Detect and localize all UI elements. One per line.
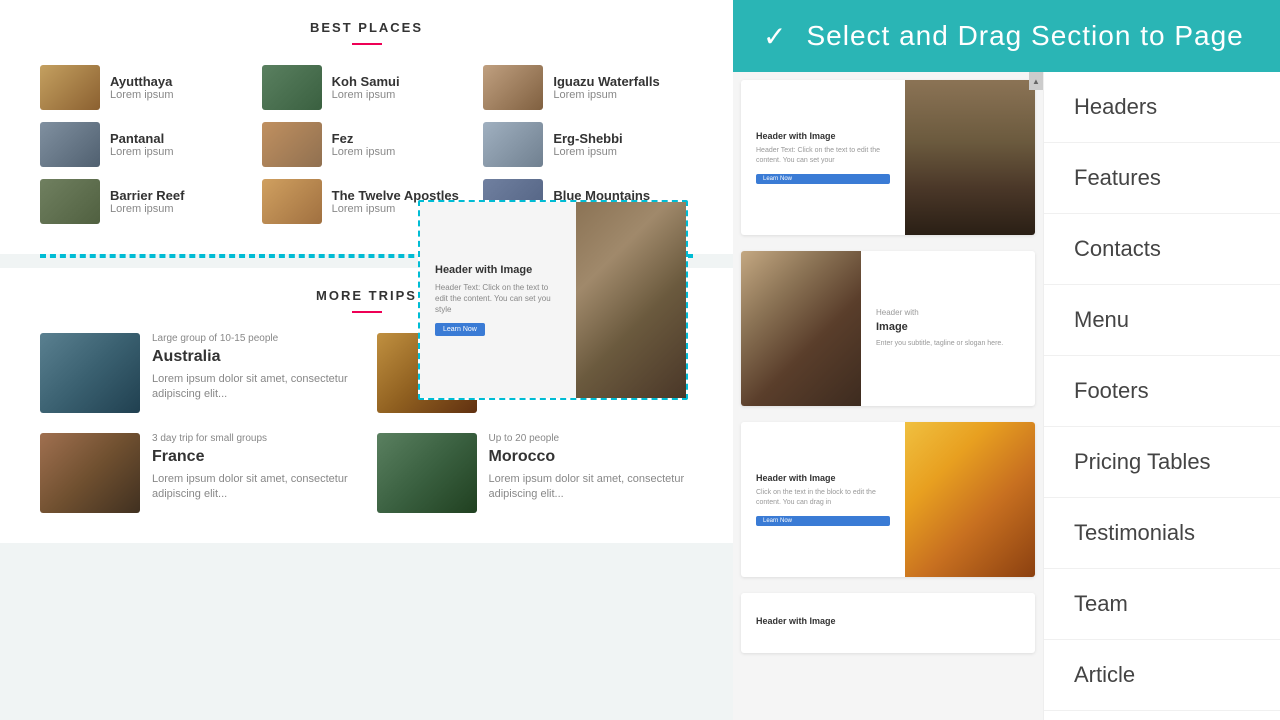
list-item: 3 day trip for small groups France Lorem… [40, 433, 357, 513]
list-item: Up to 20 people Morocco Lorem ipsum dolo… [377, 433, 694, 513]
drag-preview-text: Header Text: Click on the text to edit t… [435, 282, 561, 316]
thumbnail-card[interactable]: Header with Image Click on the text in t… [741, 422, 1035, 577]
place-lorem: Lorem ipsum [553, 89, 659, 101]
place-lorem: Lorem ipsum [553, 146, 622, 158]
trip-subtitle: Up to 20 people [489, 433, 694, 444]
place-thumb [40, 122, 100, 167]
sidebar-item-pricing-tables[interactable]: Pricing Tables [1044, 427, 1280, 498]
top-bar: ✓ Select and Drag Section to Page [733, 0, 1280, 72]
sidebar-item-images-videos[interactable]: Images & Videos [1044, 711, 1280, 720]
place-thumb [262, 65, 322, 110]
drag-preview-image [576, 202, 686, 398]
title-underline [352, 43, 382, 45]
place-name: Koh Samui [332, 74, 400, 89]
place-lorem: Lorem ipsum [110, 203, 184, 215]
list-item: FezLorem ipsum [262, 122, 472, 167]
best-places-title: BEST PLACES [40, 20, 693, 35]
place-name: Erg-Shebbi [553, 131, 622, 146]
sidebar-item-headers[interactable]: Headers [1044, 72, 1280, 143]
scroll-up-arrow[interactable]: ▲ [1029, 72, 1043, 90]
thumb-image [741, 251, 861, 406]
thumbnail-card[interactable]: Header with Image Header Text: Click on … [741, 80, 1035, 235]
thumb-text: Click on the text in the block to edit t… [756, 488, 890, 508]
place-thumb [40, 65, 100, 110]
thumbnail-card[interactable]: Header with Image [741, 593, 1035, 653]
place-thumb [262, 179, 322, 224]
trip-subtitle: 3 day trip for small groups [152, 433, 357, 444]
thumb-button: Learn Now [756, 174, 890, 184]
left-panel: BEST PLACES AyutthayaLorem ipsum Koh Sam… [0, 0, 733, 720]
list-item: Erg-ShebbiLorem ipsum [483, 122, 693, 167]
place-lorem: Lorem ipsum [332, 146, 396, 158]
thumb-title: Header with Image [756, 616, 836, 626]
thumb-image [905, 422, 1035, 577]
place-thumb [262, 122, 322, 167]
list-item: Iguazu WaterfallsLorem ipsum [483, 65, 693, 110]
place-lorem: Lorem ipsum [110, 146, 174, 158]
trip-description: Lorem ipsum dolor sit amet, consectetur … [152, 472, 357, 503]
sidebar-item-testimonials[interactable]: Testimonials [1044, 498, 1280, 569]
thumb-title: Header with Image [756, 131, 890, 141]
thumbnails-column: Header with Image Header Text: Click on … [733, 0, 1043, 720]
place-name: Iguazu Waterfalls [553, 74, 659, 89]
trip-thumb-image [377, 433, 477, 513]
sidebar-item-team[interactable]: Team [1044, 569, 1280, 640]
thumb-text: Header Text: Click on the text to edit t… [756, 146, 890, 166]
sidebar-item-contacts[interactable]: Contacts [1044, 214, 1280, 285]
drag-preview-title: Header with Image [435, 264, 561, 276]
trip-thumb-image [40, 333, 140, 413]
list-item: Barrier ReefLorem ipsum [40, 179, 250, 224]
nav-column: Headers Features Contacts Menu Footers P… [1043, 0, 1280, 720]
trip-description: Lorem ipsum dolor sit amet, consectetur … [152, 372, 357, 403]
trip-description: Lorem ipsum dolor sit amet, consectetur … [489, 472, 694, 503]
place-name: Barrier Reef [110, 188, 184, 203]
list-item: AyutthayaLorem ipsum [40, 65, 250, 110]
trip-subtitle: Large group of 10-15 people [152, 333, 357, 344]
title-underline-2 [352, 311, 382, 313]
place-name: Ayutthaya [110, 74, 174, 89]
top-bar-title: Select and Drag Section to Page [806, 20, 1243, 52]
place-thumb [483, 122, 543, 167]
drag-preview-button[interactable]: Learn Now [435, 323, 485, 336]
thumbnail-card[interactable]: Header with Image Enter you subtitle, ta… [741, 251, 1035, 406]
check-icon: ✓ [763, 20, 786, 53]
thumb-title: Header with Image [756, 473, 890, 483]
sidebar-item-features[interactable]: Features [1044, 143, 1280, 214]
place-thumb [40, 179, 100, 224]
thumb-subtitle: Header with [876, 308, 1020, 317]
thumb-button: Learn Now [756, 516, 890, 526]
thumb-title: Image [876, 321, 1020, 333]
place-thumb [483, 65, 543, 110]
sidebar-item-footers[interactable]: Footers [1044, 356, 1280, 427]
place-name: Pantanal [110, 131, 174, 146]
trip-thumb-image [40, 433, 140, 513]
list-item: Koh SamuiLorem ipsum [262, 65, 472, 110]
thumb-image [905, 80, 1035, 235]
sidebar-item-article[interactable]: Article [1044, 640, 1280, 711]
trip-name: Morocco [489, 448, 694, 466]
thumb-text: Enter you subtitle, tagline or slogan he… [876, 339, 1020, 349]
trip-name: France [152, 448, 357, 466]
sidebar-item-menu[interactable]: Menu [1044, 285, 1280, 356]
drag-preview[interactable]: Header with Image Header Text: Click on … [418, 200, 688, 400]
place-name: Fez [332, 131, 396, 146]
list-item: Large group of 10-15 people Australia Lo… [40, 333, 357, 413]
place-lorem: Lorem ipsum [110, 89, 174, 101]
right-panel: ▲ Header with Image Header Text: Click o… [733, 0, 1280, 720]
place-lorem: Lorem ipsum [332, 89, 400, 101]
trip-name: Australia [152, 348, 357, 366]
list-item: PantanalLorem ipsum [40, 122, 250, 167]
